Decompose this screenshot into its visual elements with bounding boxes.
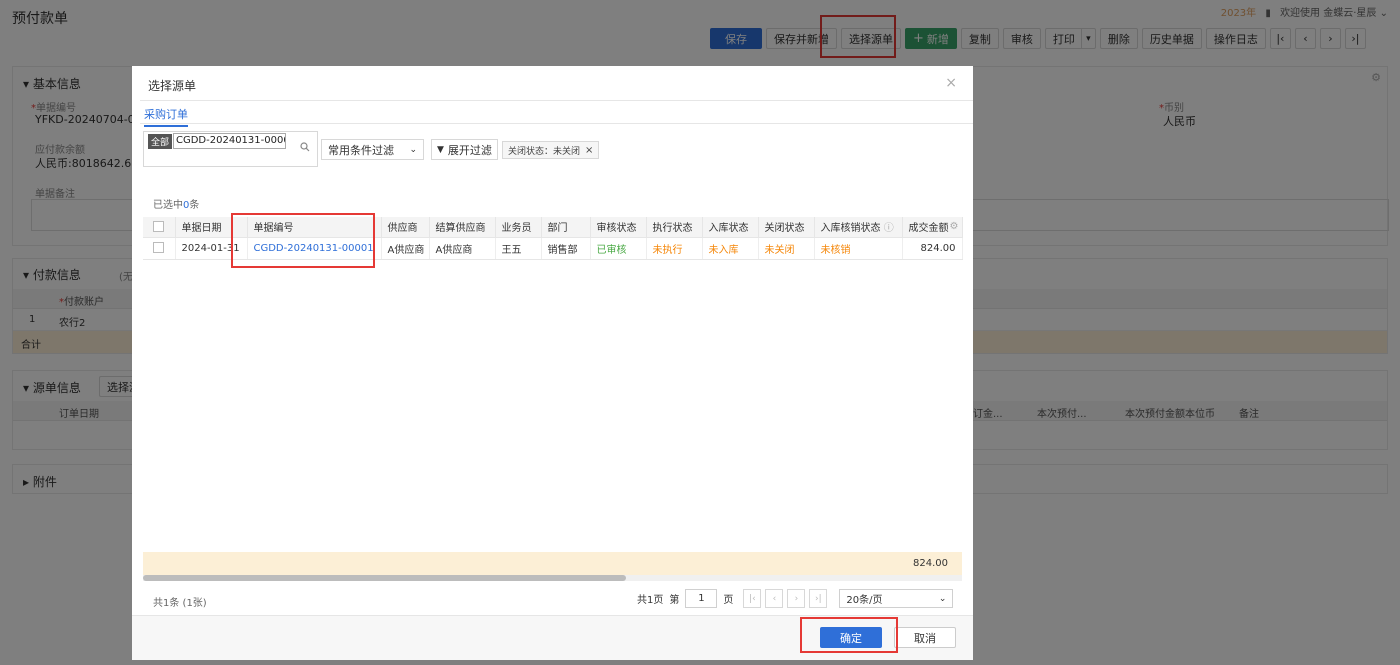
common-filter-select[interactable]: 常用条件过滤 ⌄: [321, 139, 424, 160]
cell-close-status: 未关闭: [758, 237, 815, 260]
scrollbar-thumb[interactable]: [143, 575, 626, 581]
common-filter-label: 常用条件过滤: [328, 143, 394, 157]
filter-icon: ▼: [437, 144, 444, 155]
pager-total: 共1页: [637, 595, 664, 606]
cell-stock-status: 未入库: [702, 237, 759, 260]
prev-page-icon[interactable]: ‹: [765, 589, 784, 608]
search-scope-chip[interactable]: 全部: [148, 134, 173, 149]
expand-filter-label: 展开过滤: [447, 143, 492, 157]
col-header[interactable]: 关闭状态: [758, 217, 815, 238]
sum-row: 824.00: [143, 552, 962, 575]
close-icon[interactable]: ×: [585, 145, 593, 156]
total-info: 共1条 (1张): [153, 598, 207, 609]
select-all-checkbox[interactable]: [143, 217, 176, 238]
sum-amount: 824.00: [913, 558, 948, 569]
selected-count: 已选中0条: [153, 200, 200, 211]
divider: [140, 100, 973, 101]
highlight-ok: [800, 617, 898, 653]
pager-di: 第: [669, 595, 680, 606]
col-header[interactable]: 入库状态: [702, 217, 759, 238]
cell-exec-status: 未执行: [646, 237, 703, 260]
chevron-down-icon: ⌄: [938, 593, 947, 604]
cell-audit-status: 已审核: [590, 237, 647, 260]
cell-salesman: 王五: [495, 237, 542, 260]
pagination: 共1页 第 1 页 |‹ ‹ › ›| 20条/页 ⌄: [637, 589, 954, 608]
col-header[interactable]: 审核状态: [590, 217, 647, 238]
dialog-title: 选择源单: [148, 79, 197, 93]
close-icon[interactable]: ×: [945, 75, 957, 91]
col-header-amount[interactable]: 成交金额 ⚙: [902, 217, 963, 238]
col-header[interactable]: 业务员: [495, 217, 542, 238]
highlight-doc-no: [231, 213, 375, 268]
col-header-writeoff[interactable]: 入库核销状态 ⓘ: [814, 217, 903, 238]
col-header[interactable]: 供应商: [381, 217, 430, 238]
help-icon[interactable]: ⓘ: [884, 223, 894, 234]
first-page-icon[interactable]: |‹: [743, 589, 762, 608]
divider: [140, 123, 973, 124]
page-size-label: 20条/页: [846, 595, 883, 606]
filter-tag-label: 关闭状态：未关闭: [508, 146, 581, 157]
cell-supplier: A供应商: [381, 237, 430, 260]
pager-ye: 页: [723, 595, 734, 606]
cancel-button[interactable]: 取消: [894, 627, 956, 648]
cell-writeoff-status: 未核销: [814, 237, 903, 260]
cell-amount: 824.00: [902, 237, 963, 260]
last-page-icon[interactable]: ›|: [809, 589, 828, 608]
expand-filter-button[interactable]: ▼ 展开过滤: [431, 139, 498, 160]
col-header[interactable]: 部门: [541, 217, 591, 238]
search-icon[interactable]: [300, 142, 310, 155]
col-header[interactable]: 执行状态: [646, 217, 703, 238]
filter-tag-close-status: 关闭状态：未关闭 ×: [502, 141, 600, 159]
gear-icon[interactable]: ⚙: [950, 221, 959, 232]
search-input[interactable]: CGDD-20240131-00001: [173, 133, 286, 149]
col-header[interactable]: 结算供应商: [429, 217, 496, 238]
select-source-dialog: 选择源单 × 采购订单 全部 CGDD-20240131-00001 常用条件过…: [132, 66, 973, 660]
page-number-input[interactable]: 1: [685, 589, 718, 608]
cell-dept: 销售部: [541, 237, 591, 260]
chevron-down-icon: ⌄: [409, 144, 417, 155]
next-page-icon[interactable]: ›: [787, 589, 806, 608]
cell-settle-supplier: A供应商: [429, 237, 496, 260]
page-size-select[interactable]: 20条/页 ⌄: [839, 589, 954, 608]
row-checkbox[interactable]: [143, 237, 176, 260]
